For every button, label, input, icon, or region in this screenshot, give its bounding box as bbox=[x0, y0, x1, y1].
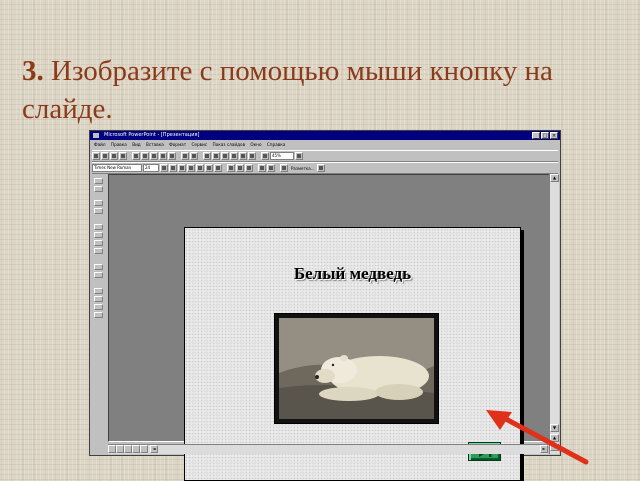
font-size-select[interactable]: 24 bbox=[143, 164, 159, 172]
italic-icon[interactable] bbox=[169, 164, 177, 172]
scroll-left-icon[interactable]: ◄ bbox=[150, 445, 158, 453]
menu-bar: Файл Правка Вид Вставка Формат Сервис По… bbox=[90, 141, 560, 149]
menu-format[interactable]: Формат bbox=[169, 142, 186, 147]
layout-icon[interactable] bbox=[239, 152, 247, 160]
toolbar-separator bbox=[276, 164, 279, 172]
spelling-icon[interactable] bbox=[132, 152, 140, 160]
menu-file[interactable]: Файл bbox=[94, 142, 106, 147]
menu-edit[interactable]: Правка bbox=[111, 142, 127, 147]
align-right-icon[interactable] bbox=[214, 164, 222, 172]
slide: Белый медведь bbox=[184, 227, 521, 481]
powerpoint-app-icon bbox=[93, 133, 99, 138]
draw-shape-icon[interactable] bbox=[94, 304, 103, 310]
demote-outline-icon[interactable] bbox=[94, 186, 103, 192]
copy-icon[interactable] bbox=[150, 152, 158, 160]
help-icon[interactable] bbox=[295, 152, 303, 160]
table-icon[interactable] bbox=[212, 152, 220, 160]
save-icon[interactable] bbox=[110, 152, 118, 160]
promote-icon[interactable] bbox=[258, 164, 266, 172]
bullets-icon[interactable] bbox=[227, 164, 235, 172]
expand-icon[interactable] bbox=[94, 232, 103, 238]
align-center-icon[interactable] bbox=[205, 164, 213, 172]
slide-heading: 3. Изобразите с помощью мыши кнопку на с… bbox=[22, 52, 622, 128]
toolbar-separator bbox=[177, 152, 180, 160]
outline-toolbar bbox=[92, 174, 106, 444]
collapse-icon[interactable] bbox=[94, 224, 103, 230]
cut-icon[interactable] bbox=[141, 152, 149, 160]
toolbar-separator bbox=[257, 152, 260, 160]
draw-arrow-icon[interactable] bbox=[94, 288, 103, 294]
increase-font-icon[interactable] bbox=[236, 164, 244, 172]
toolbar-separator bbox=[128, 152, 131, 160]
bold-icon[interactable] bbox=[160, 164, 168, 172]
menu-help[interactable]: Справка bbox=[267, 142, 285, 147]
window-controls: _ □ × bbox=[532, 132, 558, 139]
minimize-button[interactable]: _ bbox=[532, 132, 540, 139]
paste-icon[interactable] bbox=[159, 152, 167, 160]
promote-outline-icon[interactable] bbox=[94, 178, 103, 184]
formatting-toolbar: Times New Roman 24 Разметка... bbox=[92, 162, 558, 174]
decrease-font-icon[interactable] bbox=[245, 164, 253, 172]
polar-bear-image bbox=[279, 318, 434, 419]
new-slide-icon[interactable] bbox=[230, 152, 238, 160]
slide-view-icon[interactable] bbox=[124, 445, 132, 453]
slide-sorter-view-icon[interactable] bbox=[132, 445, 140, 453]
slide-show-view-icon[interactable] bbox=[140, 445, 148, 453]
show-formatting-icon[interactable] bbox=[94, 272, 103, 278]
toolbar-separator bbox=[254, 164, 257, 172]
standard-toolbar: 45% bbox=[92, 150, 558, 162]
undo-icon[interactable] bbox=[181, 152, 189, 160]
menu-slideshow[interactable]: Показ слайдов bbox=[212, 142, 245, 147]
menu-tools[interactable]: Сервис bbox=[191, 142, 207, 147]
title-bar: Microsoft PowerPoint - [Презентация] _ □… bbox=[90, 131, 560, 140]
toolbar-separator bbox=[199, 152, 202, 160]
heading-number: 3. bbox=[22, 55, 44, 87]
redo-icon[interactable] bbox=[190, 152, 198, 160]
more-buttons-icon[interactable] bbox=[317, 164, 326, 172]
draw-text-icon[interactable] bbox=[94, 312, 103, 318]
normal-view-icon[interactable] bbox=[108, 445, 116, 453]
format-painter-icon[interactable] bbox=[168, 152, 176, 160]
window-title: Microsoft PowerPoint - [Презентация] bbox=[104, 132, 200, 138]
close-button[interactable]: × bbox=[550, 132, 558, 139]
align-left-icon[interactable] bbox=[196, 164, 204, 172]
apply-design-icon[interactable] bbox=[248, 152, 256, 160]
scroll-up-icon[interactable]: ▲ bbox=[550, 174, 559, 182]
toolbar-separator bbox=[223, 164, 226, 172]
slide-title: Белый медведь bbox=[293, 264, 412, 283]
collapse-all-icon[interactable] bbox=[94, 240, 103, 246]
polar-bear-photo bbox=[279, 318, 434, 419]
outline-view-icon[interactable] bbox=[116, 445, 124, 453]
animation-icon[interactable] bbox=[280, 164, 288, 172]
chart-icon[interactable] bbox=[221, 152, 229, 160]
font-name-select[interactable]: Times New Roman bbox=[92, 164, 142, 172]
move-down-icon[interactable] bbox=[94, 208, 103, 214]
maximize-button[interactable]: □ bbox=[541, 132, 549, 139]
open-icon[interactable] bbox=[101, 152, 109, 160]
demote-icon[interactable] bbox=[267, 164, 275, 172]
menu-insert[interactable]: Вставка bbox=[146, 142, 164, 147]
move-up-icon[interactable] bbox=[94, 200, 103, 206]
heading-text: Изобразите с помощью мыши кнопку на слай… bbox=[22, 55, 553, 125]
print-icon[interactable] bbox=[119, 152, 127, 160]
summary-slide-icon[interactable] bbox=[94, 264, 103, 270]
shadow-icon[interactable] bbox=[187, 164, 195, 172]
grayscale-icon[interactable] bbox=[261, 152, 269, 160]
red-pointer-arrow-icon bbox=[486, 410, 589, 465]
hyperlink-icon[interactable] bbox=[203, 152, 211, 160]
expand-all-icon[interactable] bbox=[94, 248, 103, 254]
menu-window[interactable]: Окно bbox=[250, 142, 261, 147]
underline-icon[interactable] bbox=[178, 164, 186, 172]
slide-layout-button[interactable]: Разметка... bbox=[289, 166, 316, 171]
new-icon[interactable] bbox=[92, 152, 100, 160]
menu-view[interactable]: Вид bbox=[132, 142, 141, 147]
photo-frame bbox=[274, 313, 439, 424]
draw-line-icon[interactable] bbox=[94, 296, 103, 302]
slide-workspace: Белый медведь bbox=[108, 174, 550, 481]
zoom-select[interactable]: 45% bbox=[270, 152, 294, 160]
